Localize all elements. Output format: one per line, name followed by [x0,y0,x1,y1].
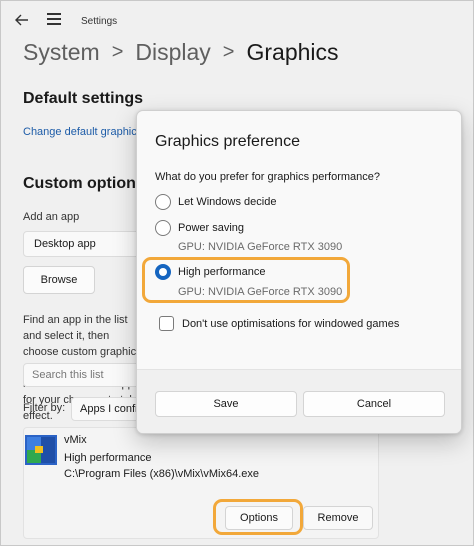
breadcrumb-item-graphics: Graphics [246,39,339,65]
windowed-games-checkbox-row[interactable]: Don't use optimisations for windowed gam… [159,316,399,331]
graphics-preference-dialog: Graphics preference What do you prefer f… [136,110,462,434]
radio-power-saving[interactable]: Power saving [155,220,244,236]
breadcrumb-item-display[interactable]: Display [135,39,210,66]
search-list-input[interactable]: Search this list [23,363,143,387]
browse-button[interactable]: Browse [23,266,95,294]
breadcrumb: System > Display > Graphics [23,39,339,66]
windowed-games-checkbox[interactable] [159,316,174,331]
app-name: vMix [64,434,87,446]
radio-label: Let Windows decide [178,196,277,208]
radio-button[interactable] [155,194,171,210]
filter-label: Filter by: [23,402,66,414]
radio-button-selected[interactable] [155,264,171,280]
dialog-question: What do you prefer for graphics performa… [155,171,381,183]
window-title: Settings [81,16,118,27]
app-path: C:\Program Files (x86)\vMix\vMix64.exe [64,468,259,480]
vmix-app-icon [25,435,57,465]
breadcrumb-separator: > [222,41,235,63]
high-performance-gpu: GPU: NVIDIA GeForce RTX 3090 [178,286,343,298]
hamburger-menu-icon[interactable] [47,13,61,25]
app-type-select[interactable]: Desktop app [23,231,143,257]
default-settings-heading: Default settings [23,90,144,107]
save-button[interactable]: Save [155,391,297,417]
add-app-label: Add an app [23,211,80,223]
dialog-title: Graphics preference [155,133,300,150]
options-button[interactable]: Options [225,506,293,530]
radio-high-performance[interactable]: High performance [155,264,265,280]
breadcrumb-item-system[interactable]: System [23,39,100,66]
radio-let-windows-decide[interactable]: Let Windows decide [155,194,276,210]
app-preference: High performance [64,452,152,464]
breadcrumb-separator: > [111,41,124,63]
title-bar: Settings [1,1,473,39]
power-saving-gpu: GPU: NVIDIA GeForce RTX 3090 [178,241,343,253]
back-arrow-icon[interactable] [13,11,31,29]
radio-button[interactable] [155,220,171,236]
remove-button[interactable]: Remove [303,506,373,530]
checkbox-label: Don't use optimisations for windowed gam… [182,317,400,330]
radio-label: Power saving [178,222,245,234]
cancel-button[interactable]: Cancel [303,391,445,417]
radio-label: High performance [178,266,266,278]
